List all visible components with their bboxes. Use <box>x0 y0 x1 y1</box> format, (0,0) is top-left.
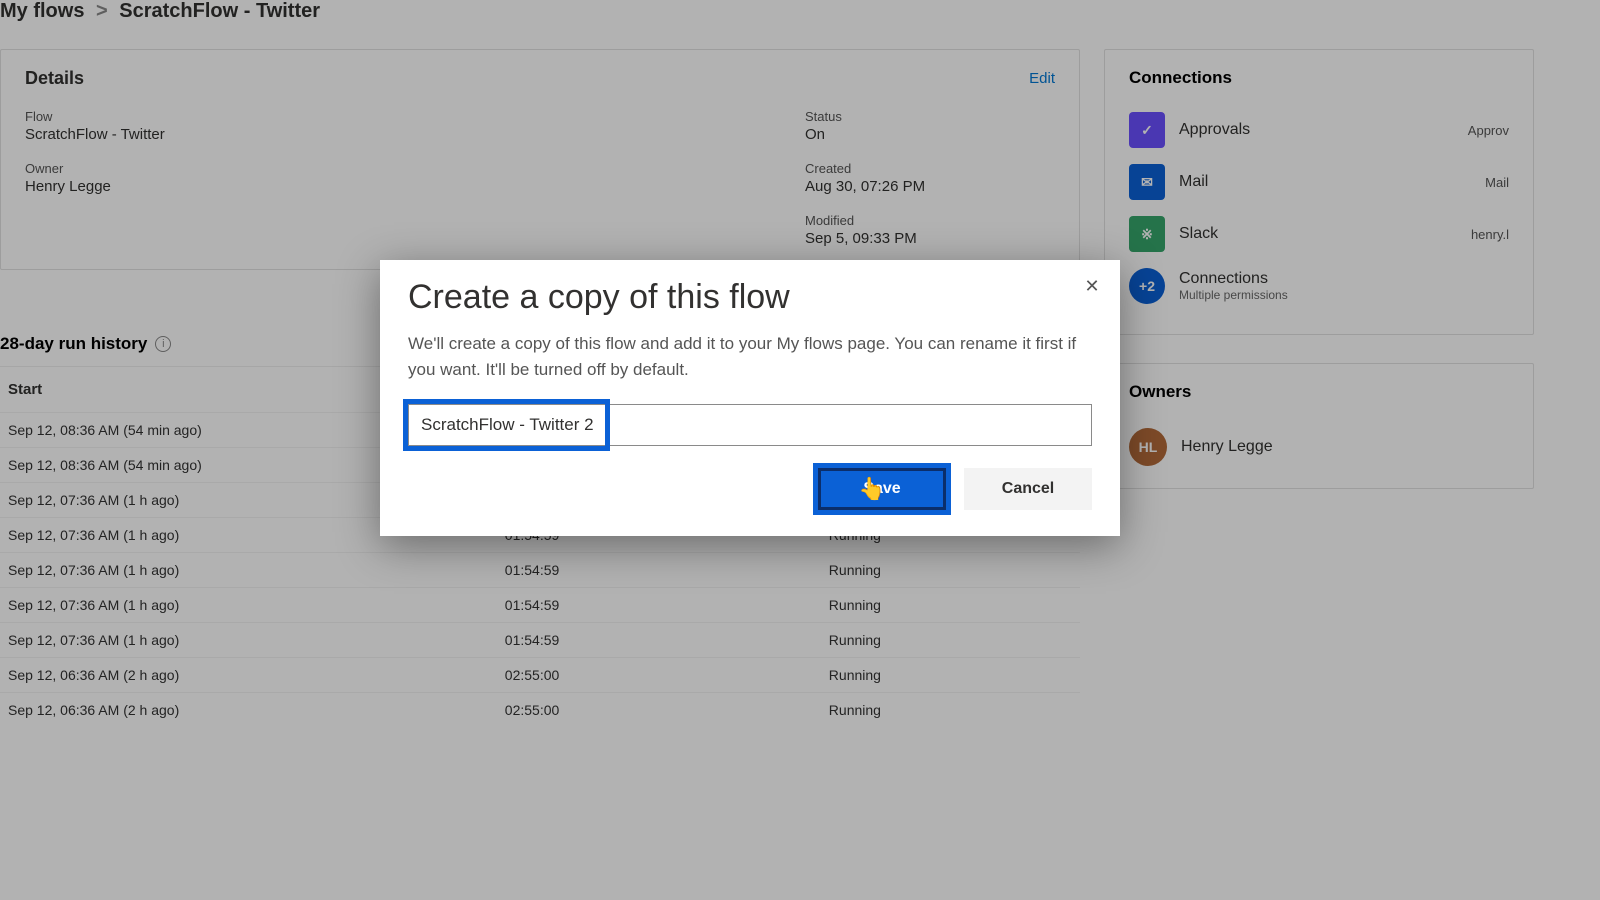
flow-name-input[interactable] <box>409 405 1089 445</box>
save-button-label: Save <box>863 480 900 498</box>
flow-name-input-wrap <box>408 404 1092 446</box>
save-button[interactable]: Save <box>818 468 946 510</box>
copy-flow-modal: ✕ Create a copy of this flow We'll creat… <box>380 260 1120 536</box>
modal-title: Create a copy of this flow <box>408 278 1092 317</box>
cancel-button-label: Cancel <box>1002 480 1054 498</box>
cancel-button[interactable]: Cancel <box>964 468 1092 510</box>
close-icon[interactable]: ✕ <box>1078 272 1106 300</box>
modal-description: We'll create a copy of this flow and add… <box>408 331 1092 382</box>
